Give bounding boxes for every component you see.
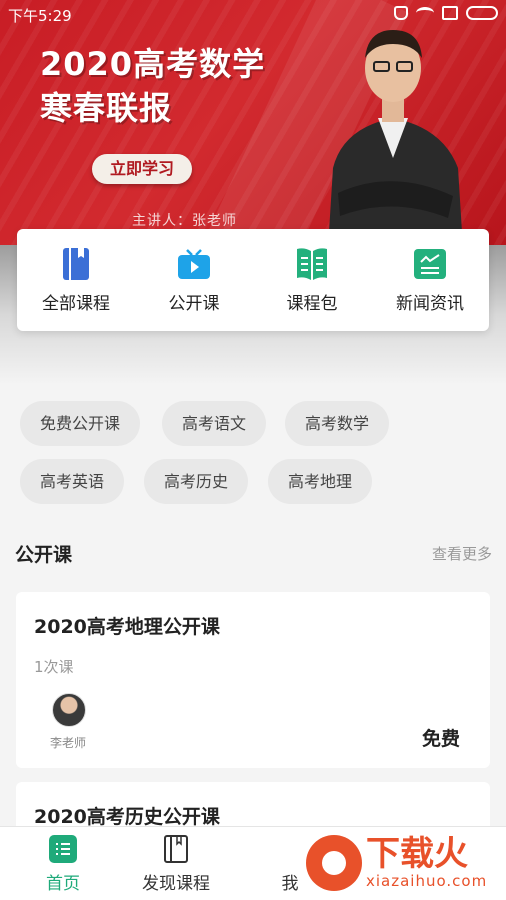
quick-item-all-courses[interactable]: 全部课程 xyxy=(17,229,135,331)
tag-math[interactable]: 高考数学 xyxy=(285,401,390,446)
quick-item-label: 全部课程 xyxy=(42,294,110,314)
course-card[interactable]: 2020高考地理公开课 1次课 李老师 免费 xyxy=(16,592,490,768)
see-more-link[interactable]: 查看更多 xyxy=(432,543,492,564)
banner-host-text: 主讲人：张老师 xyxy=(132,213,237,229)
teacher-name: 李老师 xyxy=(50,736,87,750)
banner-title: 2020高考数学 寒春联报 xyxy=(40,42,265,130)
home-icon xyxy=(49,835,77,863)
user-icon xyxy=(276,835,304,863)
news-icon xyxy=(413,247,447,281)
wifi-icon xyxy=(416,7,434,19)
status-bar: 下午5:29 xyxy=(0,0,506,28)
book-icon xyxy=(59,247,93,281)
watermark-url: xiazaihuo.com xyxy=(366,872,488,890)
quick-item-news[interactable]: 新闻资讯 xyxy=(371,229,489,331)
quick-menu: 全部课程 公开课 课程包 新闻资讯 xyxy=(17,229,489,331)
course-price: 免费 xyxy=(421,728,460,750)
section-title: 公开课 xyxy=(15,544,73,566)
nav-discover-label: 发现课程 xyxy=(142,874,210,894)
tag-free-open-class[interactable]: 免费公开课 xyxy=(20,401,141,446)
flame-icon xyxy=(306,835,362,891)
nav-home[interactable]: 首页 xyxy=(13,835,113,894)
quick-item-course-pack[interactable]: 课程包 xyxy=(253,229,371,331)
quick-item-label: 公开课 xyxy=(168,294,220,314)
teacher-photo xyxy=(328,30,463,245)
sim-icon xyxy=(442,6,458,20)
promo-banner[interactable]: 2020高考数学 寒春联报 立即学习 主讲人：张老师 xyxy=(0,0,506,245)
battery-icon xyxy=(466,6,498,20)
tag-chinese[interactable]: 高考语文 xyxy=(162,401,267,446)
course-title: 2020高考历史公开课 xyxy=(34,806,220,828)
nav-discover[interactable]: 发现课程 xyxy=(126,835,226,894)
banner-title-line1: 2020高考数学 xyxy=(40,45,266,83)
status-time: 下午5:29 xyxy=(8,7,72,25)
course-title: 2020高考地理公开课 xyxy=(34,616,220,638)
tv-icon xyxy=(177,247,211,281)
quick-item-label: 课程包 xyxy=(286,294,338,314)
teacher-avatar xyxy=(52,693,86,727)
watermark-text: 下载火 xyxy=(366,834,468,874)
nav-home-label: 首页 xyxy=(46,874,80,894)
watermark-logo: 下载火 xiazaihuo.com xyxy=(306,835,487,891)
open-book-icon xyxy=(295,247,329,281)
bookmark-book-icon xyxy=(162,835,190,863)
banner-title-line2: 寒春联报 xyxy=(40,89,173,127)
tag-history[interactable]: 高考历史 xyxy=(144,459,249,504)
tag-geography[interactable]: 高考地理 xyxy=(268,459,373,504)
start-learning-button[interactable]: 立即学习 xyxy=(92,154,192,184)
tag-english[interactable]: 高考英语 xyxy=(20,459,125,504)
mute-icon xyxy=(394,6,408,20)
course-lesson-count: 1次课 xyxy=(34,658,74,676)
quick-item-label: 新闻资讯 xyxy=(396,294,464,314)
quick-item-open-class[interactable]: 公开课 xyxy=(135,229,253,331)
